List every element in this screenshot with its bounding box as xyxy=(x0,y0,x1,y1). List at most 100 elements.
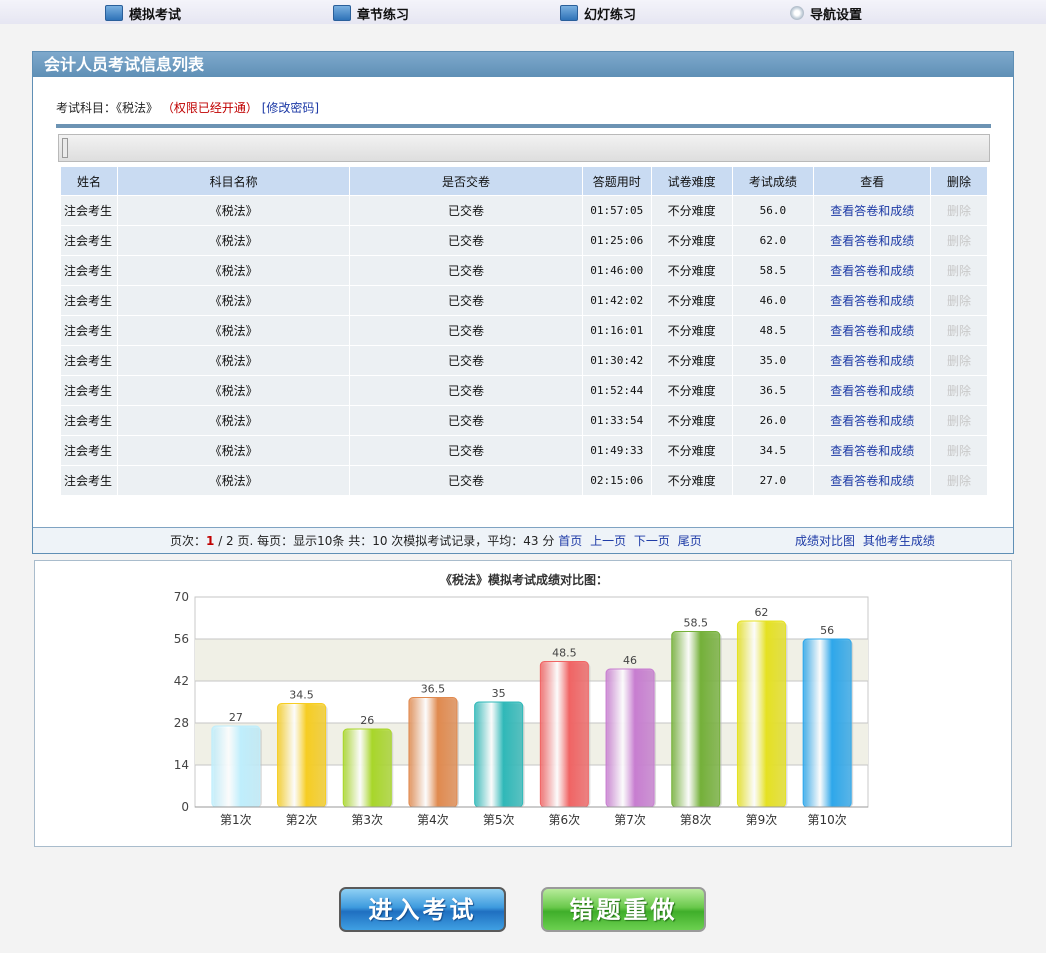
y-tick-label: 70 xyxy=(174,590,189,604)
x-tick-label: 第3次 xyxy=(351,813,383,827)
cell-delete: 删除 xyxy=(931,196,987,225)
cell-difficulty: 不分难度 xyxy=(651,226,732,255)
table-header-row: 姓名 科目名称 是否交卷 答题用时 试卷难度 考试成绩 查看 删除 xyxy=(61,167,987,195)
view-answer-link[interactable]: 查看答卷和成绩 xyxy=(830,204,914,218)
bar xyxy=(474,701,524,808)
view-answer-link[interactable]: 查看答卷和成绩 xyxy=(830,234,914,248)
view-answer-link[interactable]: 查看答卷和成绩 xyxy=(830,264,914,278)
enter-exam-button[interactable]: 进入考试 xyxy=(339,887,506,932)
x-tick-label: 第7次 xyxy=(614,813,646,827)
pager-summary: / 2 页. 每页：显示10条 共：10 次模拟考试记录，平均：43 分 xyxy=(214,534,555,548)
view-answer-link[interactable]: 查看答卷和成绩 xyxy=(830,414,914,428)
x-tick-label: 第1次 xyxy=(220,813,252,827)
header-view: 查看 xyxy=(814,167,931,195)
cell-delete: 删除 xyxy=(931,466,987,495)
delete-link-disabled: 删除 xyxy=(947,324,972,338)
pager-extra-links: 成绩对比图 其他考生成绩 xyxy=(795,528,939,554)
permission-status: （权限已经开通） xyxy=(161,101,258,115)
view-answer-link[interactable]: 查看答卷和成绩 xyxy=(830,384,914,398)
bar xyxy=(736,620,786,808)
nav-mock-exam-label: 模拟考试 xyxy=(129,7,182,23)
table-row: 注会考生 《税法》 已交卷 01:57:05 不分难度 56.0 查看答卷和成绩 删除 xyxy=(61,196,987,225)
cell-submitted: 已交卷 xyxy=(350,226,582,255)
header-submitted: 是否交卷 xyxy=(350,167,582,195)
cell-name: 注会考生 xyxy=(61,316,117,345)
exam-icon xyxy=(105,5,123,21)
change-password-link[interactable]: [修改密码] xyxy=(262,101,319,115)
cell-score: 36.5 xyxy=(732,376,814,405)
cell-difficulty: 不分难度 xyxy=(651,466,732,495)
view-answer-link[interactable]: 查看答卷和成绩 xyxy=(830,294,914,308)
nav-chapter-practice[interactable]: 章节练习 xyxy=(333,3,409,23)
view-answer-link[interactable]: 查看答卷和成绩 xyxy=(830,324,914,338)
cell-view: 查看答卷和成绩 xyxy=(814,436,931,465)
view-answer-link[interactable]: 查看答卷和成绩 xyxy=(830,474,914,488)
cell-subject: 《税法》 xyxy=(117,196,350,225)
prev-page-link[interactable]: 上一页 xyxy=(590,534,626,548)
bar xyxy=(408,697,458,808)
scrollbar-thumb[interactable] xyxy=(62,138,68,158)
redo-wrong-button[interactable]: 错题重做 xyxy=(541,887,706,932)
slide-icon xyxy=(560,5,578,21)
view-answer-link[interactable]: 查看答卷和成绩 xyxy=(830,444,914,458)
x-tick-label: 第10次 xyxy=(808,813,847,827)
delete-link-disabled: 删除 xyxy=(947,354,972,368)
cell-view: 查看答卷和成绩 xyxy=(814,406,931,435)
table-row: 注会考生 《税法》 已交卷 01:16:01 不分难度 48.5 查看答卷和成绩 删除 xyxy=(61,316,987,345)
cell-submitted: 已交卷 xyxy=(350,436,582,465)
table-row: 注会考生 《税法》 已交卷 01:30:42 不分难度 35.0 查看答卷和成绩 删除 xyxy=(61,346,987,375)
cell-name: 注会考生 xyxy=(61,376,117,405)
cell-delete: 删除 xyxy=(931,286,987,315)
pager-info: 页次：1 / 2 页. 每页：显示10条 共：10 次模拟考试记录，平均：43 … xyxy=(170,528,706,554)
next-page-link[interactable]: 下一页 xyxy=(634,534,670,548)
nav-slide-practice-label: 幻灯练习 xyxy=(584,7,637,23)
gear-icon xyxy=(790,6,804,20)
cell-view: 查看答卷和成绩 xyxy=(814,196,931,225)
table-row: 注会考生 《税法》 已交卷 01:42:02 不分难度 46.0 查看答卷和成绩 删除 xyxy=(61,286,987,315)
cell-difficulty: 不分难度 xyxy=(651,196,732,225)
table-row: 注会考生 《税法》 已交卷 01:33:54 不分难度 26.0 查看答卷和成绩 删除 xyxy=(61,406,987,435)
first-page-link[interactable]: 首页 xyxy=(558,534,582,548)
y-tick-label: 56 xyxy=(174,632,189,646)
cell-submitted: 已交卷 xyxy=(350,196,582,225)
cell-name: 注会考生 xyxy=(61,226,117,255)
last-page-link[interactable]: 尾页 xyxy=(678,534,702,548)
cell-delete: 删除 xyxy=(931,256,987,285)
cell-time: 01:16:01 xyxy=(582,316,651,345)
cell-view: 查看答卷和成绩 xyxy=(814,226,931,255)
cell-subject: 《税法》 xyxy=(117,376,350,405)
table-row: 注会考生 《税法》 已交卷 01:49:33 不分难度 34.5 查看答卷和成绩 删除 xyxy=(61,436,987,465)
cell-time: 01:25:06 xyxy=(582,226,651,255)
view-answer-link[interactable]: 查看答卷和成绩 xyxy=(830,354,914,368)
nav-settings-label: 导航设置 xyxy=(810,7,863,23)
bar xyxy=(671,631,721,808)
nav-slide-practice[interactable]: 幻灯练习 xyxy=(560,3,636,23)
score-compare-link[interactable]: 成绩对比图 xyxy=(795,534,855,548)
cell-difficulty: 不分难度 xyxy=(651,436,732,465)
bar-value-label: 56 xyxy=(820,624,834,637)
subject-line: 考试科目：《税法》 （权限已经开通） [修改密码] xyxy=(56,99,319,116)
cell-view: 查看答卷和成绩 xyxy=(814,346,931,375)
score-chart-panel: 《税法》模拟考试成绩对比图： 0 14 28 42 56 70 27 第1次 34.5 第2次 26… xyxy=(34,560,1012,847)
cell-name: 注会考生 xyxy=(61,346,117,375)
bar-value-label: 46 xyxy=(623,654,637,667)
header-time: 答题用时 xyxy=(582,167,651,195)
cell-view: 查看答卷和成绩 xyxy=(814,316,931,345)
table-row: 注会考生 《税法》 已交卷 01:46:00 不分难度 58.5 查看答卷和成绩 删除 xyxy=(61,256,987,285)
nav-mock-exam[interactable]: 模拟考试 xyxy=(105,3,181,23)
cell-time: 01:30:42 xyxy=(582,346,651,375)
cell-difficulty: 不分难度 xyxy=(651,406,732,435)
horizontal-scrollbar[interactable] xyxy=(58,134,990,162)
table-row: 注会考生 《税法》 已交卷 01:25:06 不分难度 62.0 查看答卷和成绩 删除 xyxy=(61,226,987,255)
cell-delete: 删除 xyxy=(931,406,987,435)
x-tick-label: 第2次 xyxy=(286,813,318,827)
chapter-icon xyxy=(333,5,351,21)
x-tick-label: 第5次 xyxy=(483,813,515,827)
cell-score: 27.0 xyxy=(732,466,814,495)
other-candidates-link[interactable]: 其他考生成绩 xyxy=(863,534,935,548)
nav-chapter-practice-label: 章节练习 xyxy=(357,7,410,23)
nav-settings[interactable]: 导航设置 xyxy=(790,3,862,23)
y-tick-label: 14 xyxy=(174,758,189,772)
x-tick-label: 第9次 xyxy=(746,813,778,827)
subject-label: 考试科目：《税法》 xyxy=(56,101,159,115)
